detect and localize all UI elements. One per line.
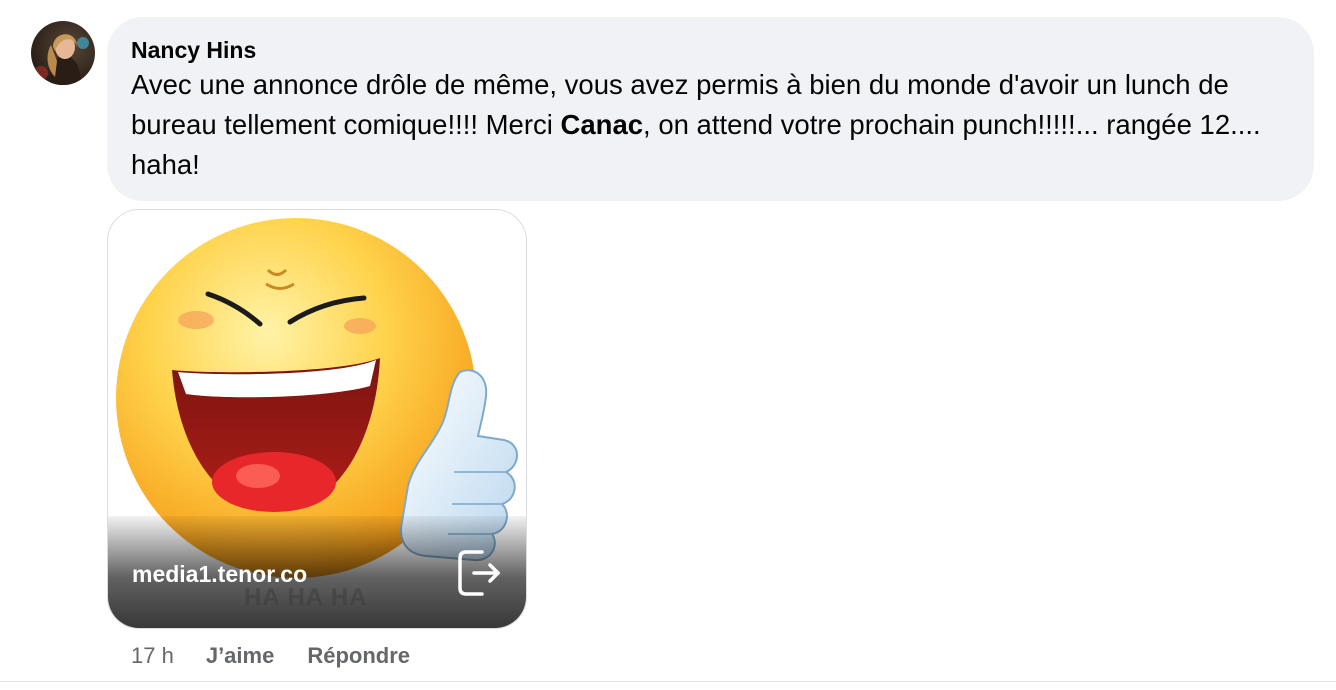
open-external-icon[interactable]	[456, 548, 504, 598]
comment-author[interactable]: Nancy Hins	[131, 35, 256, 65]
like-button[interactable]: J’aime	[206, 641, 275, 671]
divider	[0, 681, 1336, 682]
previous-comment-actions-cutoff	[130, 0, 530, 4]
gif-source-domain[interactable]: media1.tenor.co	[132, 561, 307, 588]
comment-timestamp[interactable]: 17 h	[131, 641, 174, 671]
mention-link[interactable]: Canac	[561, 109, 644, 140]
avatar-image	[31, 21, 95, 85]
gif-attachment[interactable]: HA HA HA media1.tenor.co	[107, 209, 527, 629]
avatar[interactable]	[31, 21, 95, 85]
comment-text: Avec une annonce drôle de même, vous ave…	[131, 65, 1261, 185]
comment-bubble: Nancy Hins Avec une annonce drôle de mêm…	[107, 17, 1314, 201]
reply-button[interactable]: Répondre	[307, 641, 410, 671]
comment-thread: Nancy Hins Avec une annonce drôle de mêm…	[0, 0, 1336, 690]
gif-caption-text: HA HA HA	[244, 584, 368, 611]
comment-actions: 17 h J’aime Répondre	[131, 641, 443, 671]
